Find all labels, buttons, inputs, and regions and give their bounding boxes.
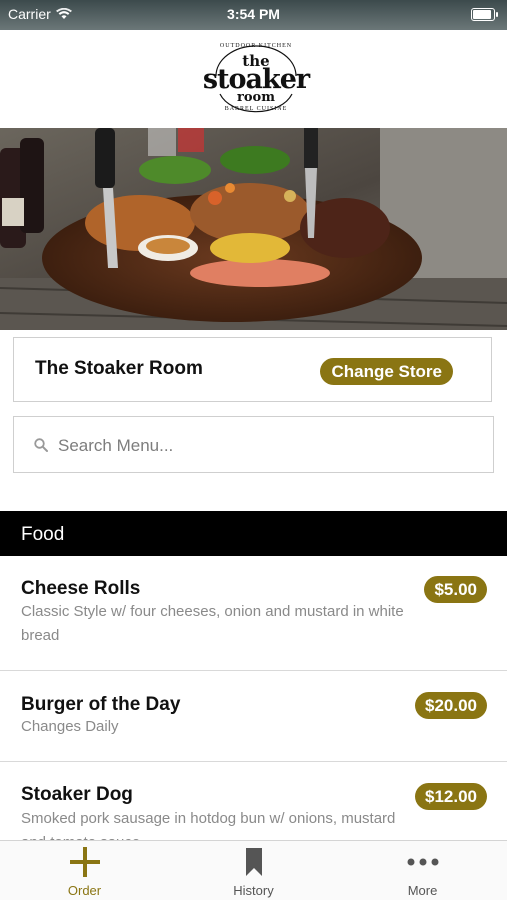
menu-item-price: $5.00 — [424, 576, 487, 603]
status-bar: Carrier 3:54 PM — [0, 0, 507, 30]
tab-order[interactable]: Order — [0, 841, 169, 901]
battery-icon — [471, 8, 498, 21]
plus-icon — [69, 847, 100, 877]
menu-item-description: Classic Style w/ four cheeses, onion and… — [21, 603, 404, 644]
more-dots-icon — [407, 858, 438, 866]
hero-food-image — [0, 128, 507, 330]
search-bar[interactable] — [13, 416, 494, 473]
menu-item-name: Stoaker Dog — [21, 784, 133, 805]
store-card: The Stoaker Room Change Store — [13, 337, 492, 402]
tab-more[interactable]: More — [338, 841, 507, 901]
logo-tagline-bottom: BARREL CUISINE — [224, 106, 288, 112]
category-header-food: Food — [0, 511, 507, 556]
menu-item-name: Burger of the Day — [21, 694, 181, 715]
menu-item-price: $12.00 — [415, 783, 487, 810]
tab-order-label: Order — [67, 883, 102, 898]
store-name: The Stoaker Room — [35, 358, 203, 379]
logo-tagline-top: OUTDOOR KITCHEN — [219, 43, 293, 49]
menu-item-description: Changes Daily — [21, 718, 119, 735]
search-icon — [34, 438, 48, 452]
bookmark-icon — [245, 848, 262, 876]
category-label: Food — [21, 524, 65, 545]
menu-item-name: Cheese Rolls — [21, 578, 141, 599]
tab-more-label: More — [407, 883, 438, 898]
menu-list: Cheese Rolls Classic Style w/ four chees… — [0, 556, 507, 840]
clock: 3:54 PM — [227, 6, 280, 22]
menu-item-stoaker-dog[interactable]: Stoaker Dog Smoked pork sausage in hotdo… — [0, 762, 507, 840]
menu-item-cheese-rolls[interactable]: Cheese Rolls Classic Style w/ four chees… — [0, 556, 507, 671]
logo-word-room: room — [237, 90, 275, 105]
search-input[interactable] — [56, 431, 480, 461]
tab-history[interactable]: History — [169, 841, 338, 901]
menu-item-price: $20.00 — [415, 692, 487, 719]
menu-item-description: Smoked pork sausage in hotdog bun w/ oni… — [21, 810, 396, 840]
change-store-button[interactable]: Change Store — [320, 358, 453, 385]
tab-history-label: History — [233, 883, 274, 898]
tab-bar: Order History More — [0, 840, 507, 900]
brand-logo: OUTDOOR KITCHEN the stoaker room BARREL … — [198, 42, 314, 118]
menu-item-burger-of-the-day[interactable]: Burger of the Day Changes Daily $20.00 — [0, 671, 507, 762]
app-header: OUTDOOR KITCHEN the stoaker room BARREL … — [0, 30, 507, 128]
